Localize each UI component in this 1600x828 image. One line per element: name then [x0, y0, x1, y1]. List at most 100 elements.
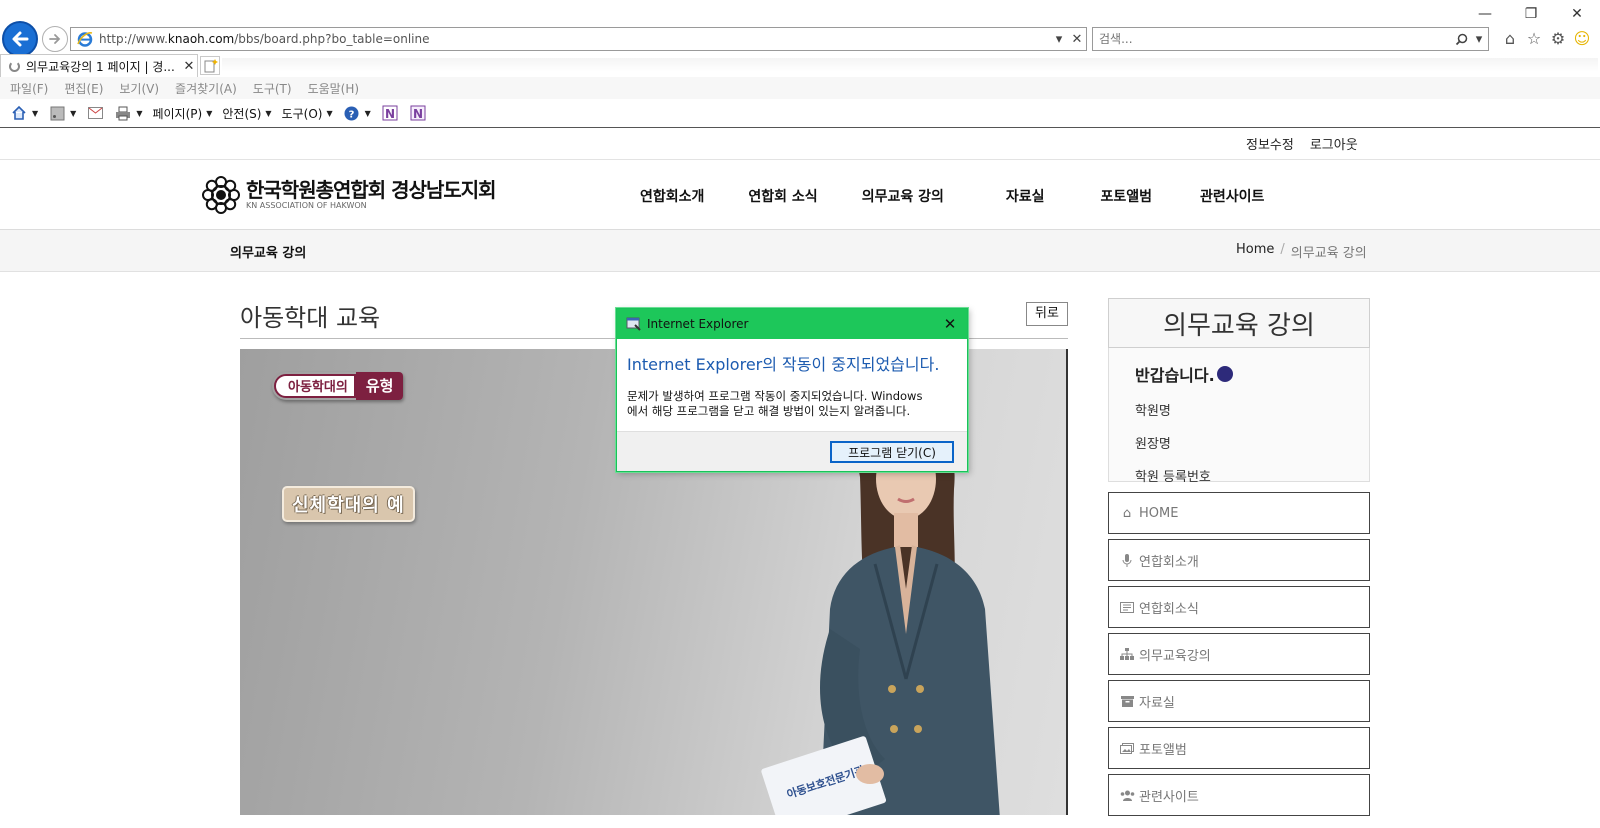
menu-favorites[interactable]: 즐겨찾기(A)	[175, 80, 237, 97]
edit-profile-link[interactable]: 정보수정	[1246, 134, 1294, 153]
sidebar-item-label: 연합회소식	[1139, 601, 1199, 617]
error-dialog: Internet Explorer ✕ Internet Explorer의 작…	[616, 308, 968, 472]
search-input[interactable]	[1099, 32, 1452, 46]
chevron-down-icon: ▼	[265, 108, 272, 118]
user-info-panel: 반갑습니다. 학원명 원장명 학원 등록번호	[1108, 348, 1370, 485]
window-controls: — ❐ ✕	[1462, 0, 1600, 28]
help-command[interactable]: ? ▼	[343, 104, 371, 122]
photo-icon	[1119, 741, 1135, 755]
main-nav: 연합회소개 연합회 소식 의무교육 강의 자료실 포토앨범 관련사이트	[640, 186, 1308, 206]
loading-spinner-icon	[9, 60, 20, 72]
rss-feed-icon	[48, 104, 66, 122]
menu-help[interactable]: 도움말(H)	[308, 80, 360, 97]
sidebar-item-label: 자료실	[1139, 695, 1175, 711]
sidebar-item-news[interactable]: 연합회소식	[1108, 586, 1370, 628]
sidebar-item-mandatory-training[interactable]: 의무교육강의	[1108, 633, 1370, 675]
nav-about[interactable]: 연합회소개	[640, 186, 704, 206]
sidebar-item-label: 연합회소개	[1139, 554, 1199, 570]
dialog-titlebar[interactable]: Internet Explorer ✕	[617, 309, 967, 339]
sidebar-item-label: 관련사이트	[1139, 789, 1199, 805]
sidebar-item-related-sites[interactable]: 관련사이트	[1108, 774, 1370, 816]
home-command[interactable]: ▼	[10, 104, 38, 122]
association-emblem-icon	[202, 176, 240, 214]
breadcrumb: 의무교육 강의 Home / 의무교육 강의	[0, 230, 1600, 272]
tab-close-icon[interactable]: ✕	[181, 59, 197, 74]
chevron-down-icon: ▼	[206, 108, 213, 118]
arrow-right-icon	[49, 34, 61, 44]
svg-text:N: N	[385, 107, 395, 121]
dialog-close-icon[interactable]: ✕	[941, 315, 959, 333]
feeds-command[interactable]: ▼	[48, 104, 76, 122]
breadcrumb-current: 의무교육 강의	[1290, 246, 1367, 261]
menu-view[interactable]: 보기(V)	[119, 80, 159, 97]
window-close-button[interactable]: ✕	[1554, 0, 1600, 28]
page-command-label: 페이지(P)	[152, 106, 203, 121]
academy-name-label: 학원명	[1135, 404, 1171, 419]
restore-button[interactable]: ❐	[1508, 0, 1554, 28]
favorites-star-icon[interactable]: ☆	[1524, 27, 1544, 49]
url-text[interactable]: http://www.knaoh.com/bbs/board.php?bo_ta…	[99, 32, 1050, 46]
breadcrumb-home-link[interactable]: Home	[1236, 242, 1274, 261]
svg-text:N: N	[413, 107, 423, 121]
onenote-linked-command[interactable]: N	[409, 104, 427, 122]
sidebar-item-label: HOME	[1139, 505, 1179, 521]
greeting-text: 반갑습니다.	[1135, 366, 1215, 385]
site-logo[interactable]: 한국학원총연합회 경상남도지회 KN ASSOCIATION OF HAKWON	[200, 174, 497, 216]
back-button[interactable]	[2, 21, 38, 57]
chevron-down-icon[interactable]: ▼	[136, 109, 142, 118]
minimize-button[interactable]: —	[1462, 0, 1508, 28]
sidebar: 의무교육 강의 반갑습니다. 학원명 원장명 학원 등록번호 ⌂ HOME 연합회…	[1108, 298, 1370, 816]
sidebar-item-photo-album[interactable]: 포토앨범	[1108, 727, 1370, 769]
nav-related-sites[interactable]: 관련사이트	[1200, 186, 1264, 206]
page-command[interactable]: 페이지(P) ▼	[152, 105, 212, 122]
browser-right-icons: ⌂ ☆ ⚙ ☺	[1500, 27, 1592, 49]
search-box[interactable]: ▾	[1092, 27, 1489, 51]
help-icon: ?	[343, 104, 361, 122]
home-icon[interactable]: ⌂	[1500, 27, 1520, 49]
safety-command[interactable]: 안전(S) ▼	[222, 105, 271, 122]
dialog-title: Internet Explorer	[647, 317, 749, 331]
breadcrumb-page-title: 의무교육 강의	[230, 246, 307, 261]
sidebar-item-home[interactable]: ⌂ HOME	[1108, 492, 1370, 534]
gear-icon[interactable]: ⚙	[1548, 27, 1568, 49]
archive-icon	[1119, 694, 1135, 708]
search-icon[interactable]	[1452, 30, 1470, 48]
stop-icon[interactable]: ✕	[1068, 30, 1086, 48]
onenote-command[interactable]: N	[381, 104, 399, 122]
nav-resources[interactable]: 자료실	[1006, 186, 1045, 206]
menu-file[interactable]: 파일(F)	[10, 80, 48, 97]
tab-active[interactable]: 의무교육강의 1 페이지 | 경... ✕	[0, 54, 198, 77]
print-command[interactable]: ▼	[114, 104, 142, 122]
sidebar-item-about[interactable]: 연합회소개	[1108, 539, 1370, 581]
nav-mandatory-training[interactable]: 의무교육 강의	[862, 186, 944, 206]
microphone-icon	[1119, 553, 1135, 567]
tools-command[interactable]: 도구(O) ▼	[282, 105, 333, 122]
address-dropdown-icon[interactable]: ▾	[1050, 30, 1068, 48]
sidebar-item-resources[interactable]: 자료실	[1108, 680, 1370, 722]
tab-strip-background	[222, 58, 1598, 72]
chevron-down-icon[interactable]: ▼	[70, 109, 76, 118]
registration-number-label: 학원 등록번호	[1135, 470, 1211, 485]
chevron-down-icon[interactable]: ▼	[365, 109, 371, 118]
nav-photo-album[interactable]: 포토앨범	[1100, 186, 1152, 206]
menu-edit[interactable]: 편집(E)	[64, 80, 103, 97]
sidebar-item-label: 의무교육강의	[1139, 648, 1211, 664]
menu-tools[interactable]: 도구(T)	[253, 80, 292, 97]
logout-link[interactable]: 로그아웃	[1310, 134, 1358, 153]
address-bar[interactable]: http://www.knaoh.com/bbs/board.php?bo_ta…	[70, 27, 1087, 51]
close-program-button[interactable]: 프로그램 닫기(C)	[830, 441, 954, 463]
feedback-smiley-icon[interactable]: ☺	[1572, 27, 1592, 49]
chevron-down-icon[interactable]: ▼	[32, 109, 38, 118]
forward-button[interactable]	[42, 26, 68, 52]
mail-command[interactable]	[86, 104, 104, 122]
new-tab-button[interactable]	[200, 56, 220, 75]
video-tag-dark: 유형	[355, 372, 404, 400]
nav-news[interactable]: 연합회 소식	[748, 186, 817, 206]
tools-command-label: 도구(O)	[281, 106, 323, 121]
users-icon	[1119, 788, 1135, 802]
new-tab-icon	[204, 59, 218, 73]
dialog-body: Internet Explorer의 작동이 중지되었습니다. 문제가 발생하여…	[617, 339, 967, 431]
search-dropdown-icon[interactable]: ▾	[1470, 30, 1488, 48]
video-caption: 신체학대의 예	[282, 486, 415, 522]
back-list-button[interactable]: 뒤로	[1026, 302, 1068, 326]
